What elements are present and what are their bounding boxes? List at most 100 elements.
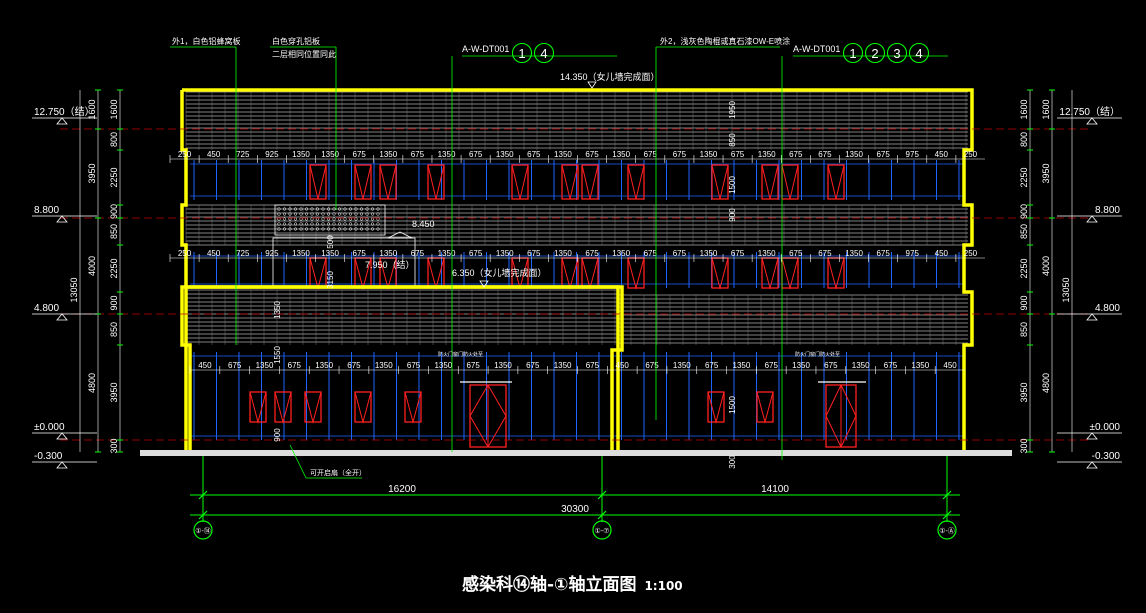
window-open-mark <box>561 257 579 290</box>
dim-value: 1350 <box>438 249 456 258</box>
vdim-value: 2250 <box>109 167 119 187</box>
dim-value: 1350 <box>758 249 776 258</box>
window-open-mark <box>627 164 645 200</box>
inner-vdim: 1350 <box>273 301 282 319</box>
operable-window <box>561 257 579 290</box>
dim-value: 1350 <box>496 150 514 159</box>
canopy-level-note: 8.450 <box>412 219 435 229</box>
dim-value: 675 <box>526 361 540 370</box>
vdim-value: 3950 <box>87 163 97 183</box>
dim-value: 1350 <box>733 361 751 370</box>
dim-value: 250 <box>178 249 192 258</box>
dim-value: 1350 <box>758 150 776 159</box>
dim-value: 1350 <box>700 150 718 159</box>
right-vdim-chain: 1600 800 2250 900 850 2250 900 850 3950 300 <box>1019 89 1033 454</box>
level-label: -0.300 <box>1092 451 1121 462</box>
dim-value: 450 <box>198 361 212 370</box>
dim-value: 1350 <box>494 361 512 370</box>
dim-value: 675 <box>705 361 719 370</box>
dim-value: 250 <box>964 249 978 258</box>
dim-value: 450 <box>207 150 221 159</box>
operable-window <box>711 164 729 200</box>
vdim-value: 1600 <box>1041 99 1051 119</box>
window-open-mark <box>354 391 372 424</box>
inner-vdim: 1500 <box>728 396 737 414</box>
window-open-mark <box>379 164 397 200</box>
inner-vdim: 850 <box>728 133 737 147</box>
level-triangle <box>1086 215 1098 223</box>
level-label: 4.800 <box>1095 303 1120 314</box>
window-frame <box>781 257 799 289</box>
dim-value: 675 <box>407 361 421 370</box>
axis-label: ①-Ⓐ <box>939 527 955 535</box>
level-triangle <box>1086 313 1098 321</box>
vdim-value: 300 <box>109 438 119 453</box>
window-frame <box>707 391 725 423</box>
level-marker-left: 8.800 <box>32 205 97 223</box>
window-open-mark <box>249 391 267 424</box>
axis-bubble: ①-Ⓐ <box>937 520 957 540</box>
level-label: -0.300 <box>34 451 63 462</box>
dim-value: 675 <box>673 150 687 159</box>
axis-label: ①-⑦ <box>595 527 610 535</box>
dim-value: 1350 <box>434 361 452 370</box>
operable-window <box>761 257 779 290</box>
dim-value: 675 <box>353 249 367 258</box>
perforation <box>332 217 336 221</box>
window-open-mark <box>761 257 779 290</box>
level-marker-right: -0.300 <box>1057 451 1122 469</box>
dim-value: 1350 <box>496 249 514 258</box>
operable-window <box>627 164 645 200</box>
window-frame <box>827 257 845 289</box>
detail-ref-number: 2 <box>871 46 878 61</box>
window-frame <box>561 257 579 289</box>
parapet-low-note: 6.350（女儿墙完成面） <box>452 267 547 278</box>
window-open-mark <box>581 164 599 200</box>
operable-window <box>581 164 599 200</box>
detail-ref-text: A-W-DT001 <box>793 44 840 54</box>
dim-value: 975 <box>906 150 920 159</box>
vdim-value: 300 <box>1019 438 1029 453</box>
vdim-value: 3950 <box>1019 382 1029 402</box>
window-open-mark <box>309 257 327 290</box>
window-frame <box>249 391 267 423</box>
vdim-value: 4000 <box>87 256 97 276</box>
window-frame <box>711 164 729 200</box>
level-triangle <box>56 432 68 440</box>
vdim-value: 3950 <box>1041 163 1051 183</box>
vdim-value: 2250 <box>1019 258 1029 278</box>
window-frame <box>354 391 372 423</box>
dim-value: 675 <box>645 361 659 370</box>
dim-value: 1350 <box>379 249 397 258</box>
operable-window <box>304 391 322 424</box>
operable-window <box>379 164 397 200</box>
level-marker-right: 12.750（结） <box>1057 105 1122 125</box>
dim-value: 675 <box>527 249 541 258</box>
vdim-value: 850 <box>1019 322 1029 337</box>
cladding-panels <box>185 91 968 345</box>
window-frame <box>756 391 774 423</box>
dim-value: 675 <box>411 150 425 159</box>
dim-value: 1350 <box>700 249 718 258</box>
left-vdim-outer: 1600395040004800 <box>87 89 101 453</box>
window-frame <box>761 164 779 200</box>
operable-window <box>561 164 579 200</box>
vdim-value: 1600 <box>1019 99 1029 119</box>
dim-value: 1350 <box>256 361 274 370</box>
level-label: 8.800 <box>34 205 59 216</box>
window-open-mark <box>309 164 327 200</box>
dim-value: 675 <box>585 249 599 258</box>
window-open-mark <box>711 257 729 290</box>
operable-window <box>781 164 799 200</box>
dim-value: 675 <box>731 150 745 159</box>
level-marker-right: ±0.000 <box>1057 422 1122 440</box>
dim-value: 1350 <box>292 150 310 159</box>
lower-right-band <box>617 294 968 345</box>
level-triangle <box>56 215 68 223</box>
vdim-value: 800 <box>1019 132 1029 147</box>
dim-value: 1350 <box>852 361 870 370</box>
dim-value: 250 <box>964 150 978 159</box>
inner-vdim: 900 <box>273 428 282 442</box>
window-open-mark <box>304 391 322 424</box>
dim-value: 675 <box>884 361 898 370</box>
